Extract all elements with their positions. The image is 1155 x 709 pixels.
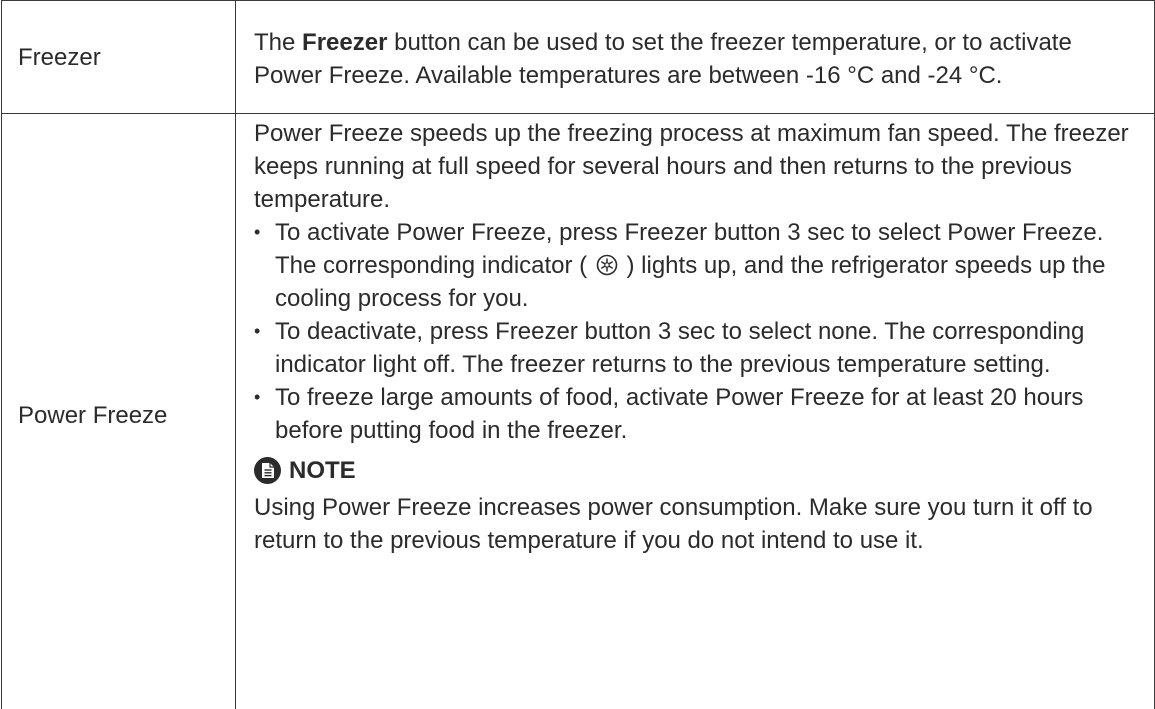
bullet-marker: • bbox=[254, 222, 261, 242]
settings-table: Freezer The Freezer button can be used t… bbox=[1, 0, 1155, 709]
note-icon bbox=[254, 457, 281, 484]
list-item: • To activate Power Freeze, press Freezer… bbox=[254, 216, 1144, 315]
desc-text: The bbox=[254, 29, 303, 56]
note-title: NOTE bbox=[289, 457, 356, 484]
bullet-marker: • bbox=[254, 387, 261, 407]
freezer-button-name: Freezer bbox=[302, 29, 388, 56]
row-label: Freezer bbox=[1, 0, 236, 114]
instruction-list: • To activate Power Freeze, press Freezer… bbox=[254, 216, 1144, 447]
list-item: • To deactivate, press Freezer button 3 s… bbox=[254, 315, 1144, 381]
row-description: Power Freeze speeds up the freezing proc… bbox=[235, 113, 1155, 709]
bullet-marker: • bbox=[254, 321, 261, 341]
list-item-text: To freeze large amounts of food, activat… bbox=[275, 384, 1084, 444]
row-description: The Freezer button can be used to set th… bbox=[235, 0, 1155, 114]
table-row: Power Freeze Power Freeze speeds up the … bbox=[1, 113, 1155, 709]
list-item: • To freeze large amounts of food, activa… bbox=[254, 381, 1144, 447]
note-text: Using Power Freeze increases power consu… bbox=[254, 494, 1093, 554]
power-freeze-indicator-icon bbox=[596, 254, 618, 276]
list-item-text: To deactivate, press Freezer button 3 se… bbox=[275, 318, 1085, 378]
note-heading: NOTE bbox=[254, 454, 1144, 487]
table-row: Freezer The Freezer button can be used t… bbox=[1, 0, 1155, 114]
row-label: Power Freeze bbox=[1, 113, 236, 709]
intro-paragraph: Power Freeze speeds up the freezing proc… bbox=[254, 120, 1129, 213]
